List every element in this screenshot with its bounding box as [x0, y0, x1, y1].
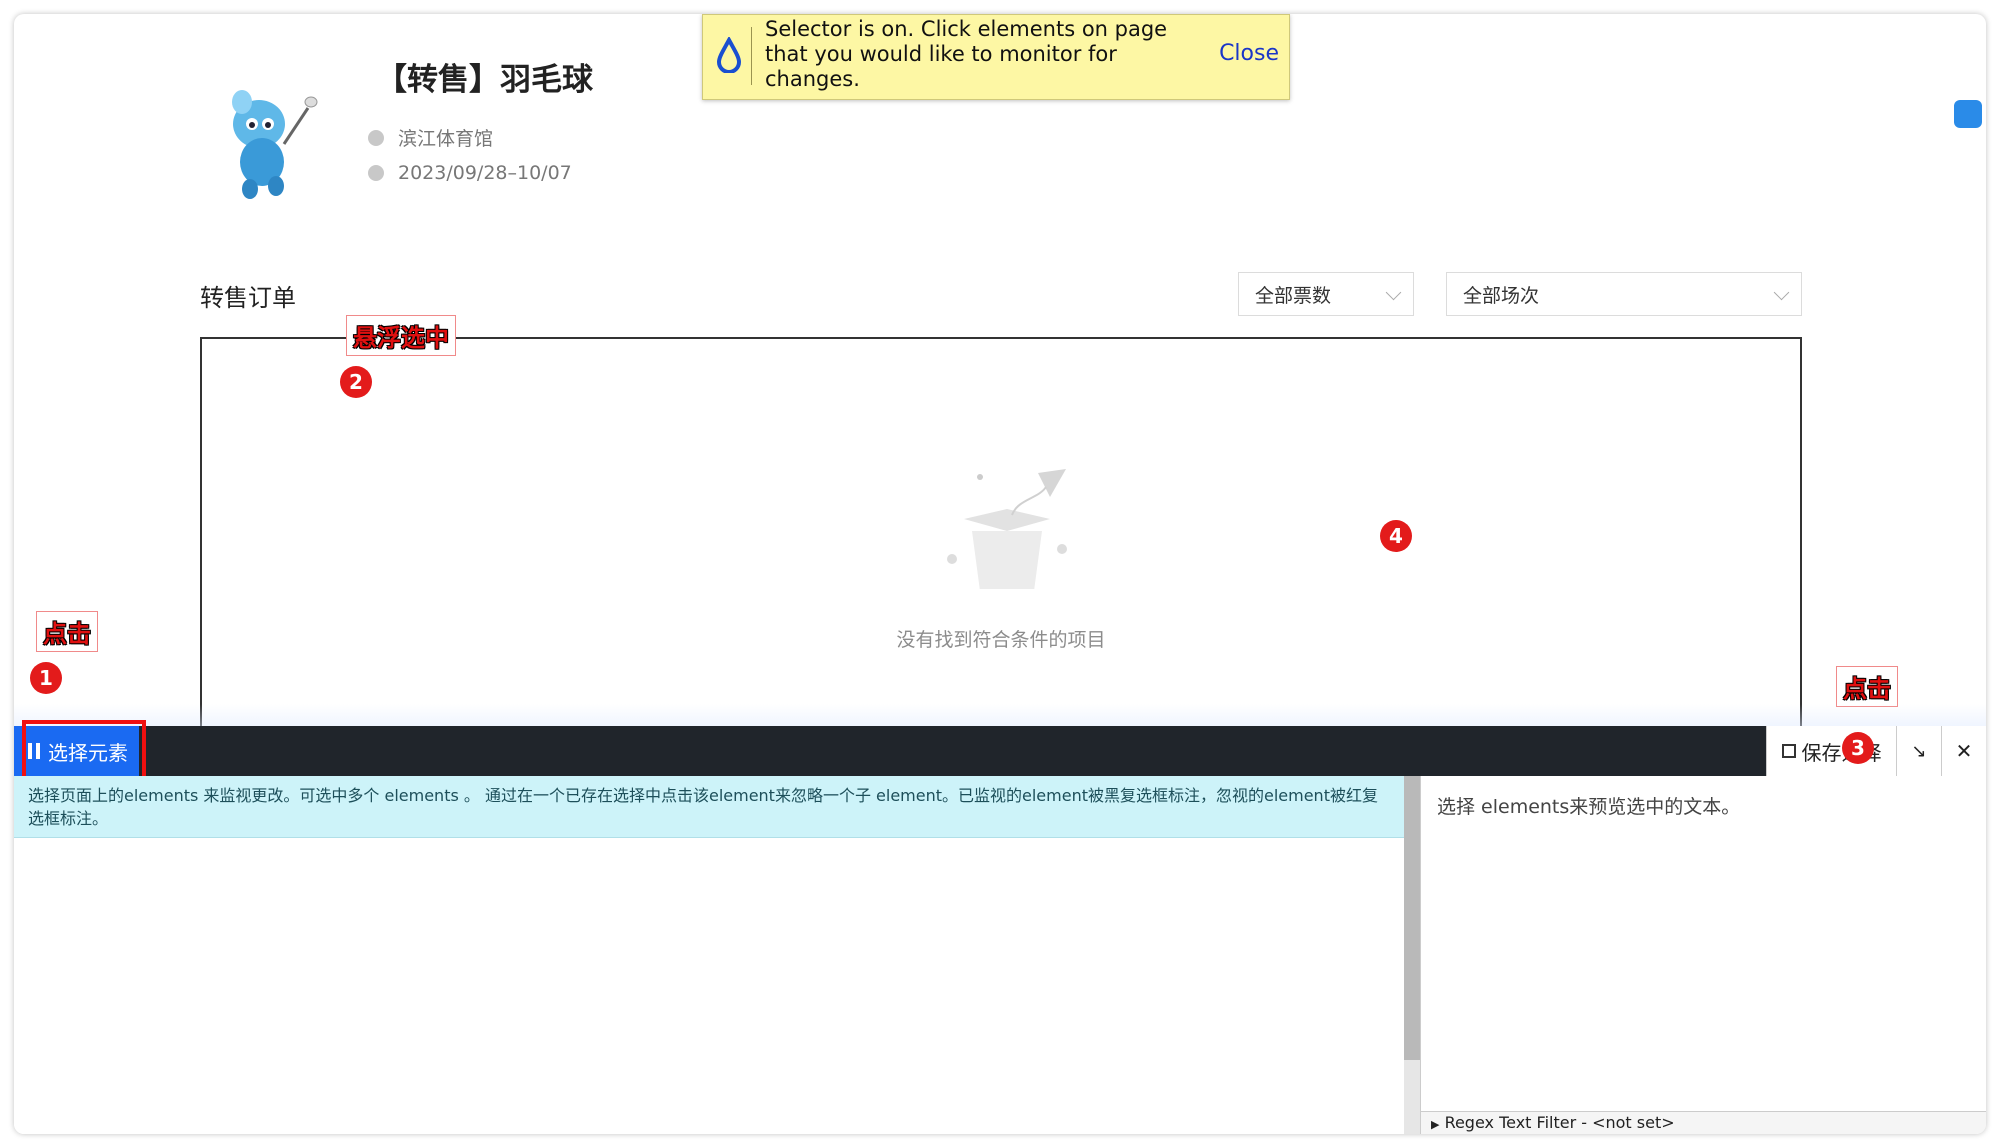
empty-box-icon — [947, 469, 1067, 589]
disclosure-triangle-icon: ▶ — [1431, 1118, 1440, 1131]
annotation-hover-label: 悬浮选中 — [346, 315, 456, 356]
minimize-button[interactable]: ↘ — [1896, 726, 1941, 776]
notice-separator — [751, 27, 752, 85]
selector-notification: Selector is on. Click elements on page t… — [702, 14, 1290, 100]
chevron-down-icon — [1385, 284, 1402, 301]
preview-pane: 选择 elements来预览选中的文本。 — [1420, 776, 1986, 1111]
annotation-badge-1: 1 — [30, 662, 62, 694]
session-value: 全部场次 — [1463, 284, 1540, 307]
preview-placeholder-text: 选择 elements来预览选中的文本。 — [1437, 796, 1741, 818]
annotation-badge-3: 3 — [1842, 732, 1874, 764]
session-select[interactable]: 全部场次 — [1446, 272, 1802, 316]
annotation-click-label-1: 点击 — [36, 611, 98, 652]
event-title: 【转售】羽毛球 — [376, 62, 593, 98]
vertical-scrollbar-thumb[interactable] — [1404, 776, 1420, 1060]
annotation-badge-4: 4 — [1380, 520, 1412, 552]
regex-filter-label: Regex Text Filter - <not set> — [1444, 1113, 1675, 1132]
orders-list-container[interactable]: 没有找到符合条件的项目 — [200, 337, 1802, 737]
ticket-count-value: 全部票数 — [1255, 284, 1332, 307]
extension-side-icon[interactable] — [1954, 100, 1982, 128]
clock-icon — [368, 165, 384, 181]
empty-state-text: 没有找到符合条件的项目 — [896, 629, 1106, 651]
browser-viewport: 【转售】羽毛球 滨江体育馆 2023/09/28–10/07 Selector … — [14, 14, 1986, 1134]
close-icon: ✕ — [1955, 739, 1973, 763]
save-selection-button[interactable]: 保存选择 — [1766, 726, 1896, 776]
dates-text: 2023/09/28–10/07 — [398, 162, 572, 184]
vertical-scrollbar-track[interactable] — [1404, 1060, 1420, 1134]
save-icon — [1781, 744, 1796, 758]
close-panel-button[interactable]: ✕ — [1941, 726, 1986, 776]
selector-help-text: 选择页面上的elements 来监视更改。可选中多个 elements 。 通过… — [14, 776, 1404, 838]
annotation-highlight-box — [22, 720, 146, 784]
chevron-down-icon — [1773, 284, 1790, 301]
annotation-badge-2: 2 — [340, 366, 372, 398]
water-drop-icon — [716, 37, 742, 73]
notice-message: Selector is on. Click elements on page t… — [765, 17, 1168, 91]
close-notice-link[interactable]: Close — [1219, 41, 1279, 66]
venue-text: 滨江体育馆 — [398, 128, 494, 150]
orders-title: 转售订单 — [200, 284, 296, 312]
event-dates: 2023/09/28–10/07 — [368, 162, 572, 184]
selector-toolbar — [14, 726, 1986, 776]
ticket-count-select[interactable]: 全部票数 — [1238, 272, 1414, 316]
location-pin-icon — [368, 129, 384, 146]
mascot-image — [232, 90, 318, 199]
minimize-arrows-icon: ↘ — [1911, 740, 1927, 762]
event-venue: 滨江体育馆 — [368, 124, 493, 151]
annotation-click-label-3: 点击 — [1836, 666, 1898, 707]
regex-filter-toggle[interactable]: ▶ Regex Text Filter - <not set> — [1420, 1111, 1986, 1134]
selection-list-area — [14, 838, 1404, 1134]
